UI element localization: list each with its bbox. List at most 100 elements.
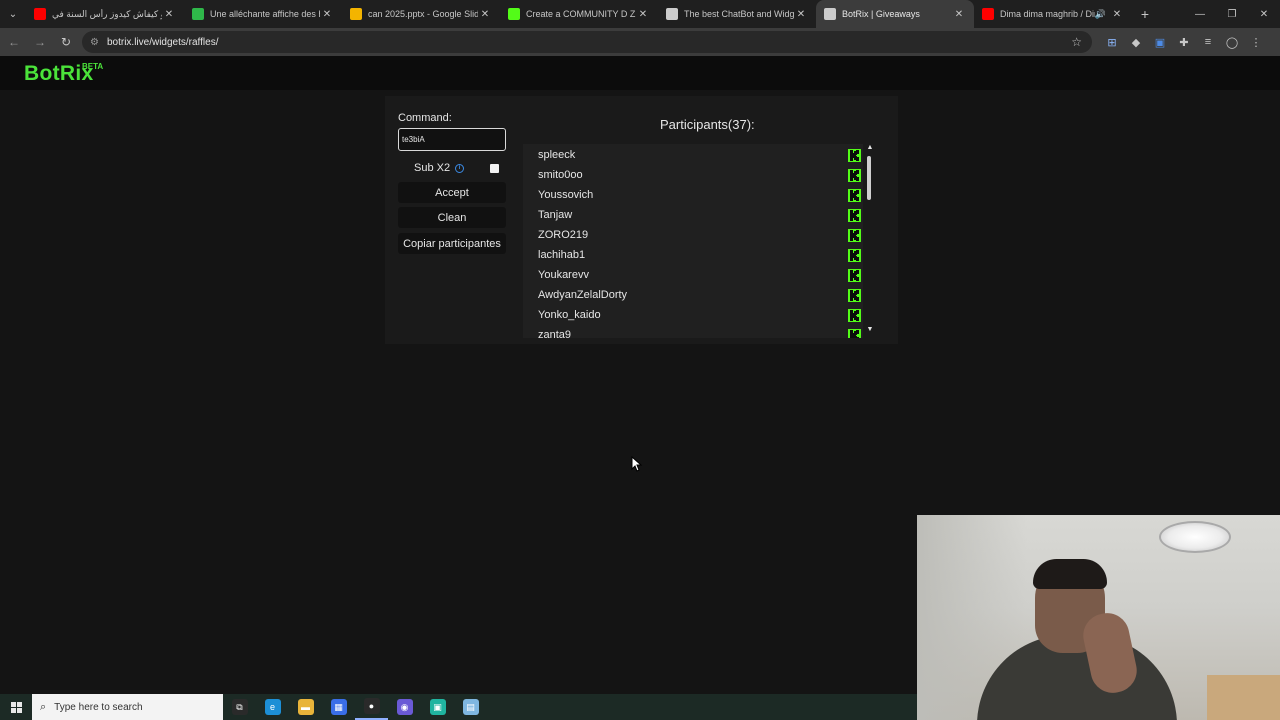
tab-close-icon[interactable]: ✕ (952, 9, 966, 20)
start-button[interactable] (0, 694, 32, 720)
mouse-cursor-icon (631, 456, 643, 472)
participant-name: Youkarevv (538, 269, 589, 281)
participant-name: spleeck (538, 149, 576, 161)
ceiling-light (1159, 521, 1231, 553)
kick-icon (848, 208, 861, 222)
address-bar[interactable]: ⚙ botrix.live/widgets/raffles/ ☆ (82, 31, 1092, 53)
kick-icon (848, 228, 861, 242)
taskbar-app[interactable]: ▣ (421, 694, 454, 720)
taskbar-apps: ⧉ e ▬ ▦ ● ◉ ▣ ▤ (223, 694, 487, 720)
translate-extension-icon[interactable]: ⊞ (1100, 30, 1124, 54)
browser-toolbar: ← → ↻ ⚙ botrix.live/widgets/raffles/ ☆ ⊞… (0, 28, 1280, 56)
app-header: BotRix BETA (0, 56, 1280, 90)
participant-name: Tanjaw (538, 209, 573, 221)
tab-title: Dima dima maghrib / Dima (1000, 9, 1095, 19)
minimize-icon[interactable]: — (1184, 0, 1216, 28)
search-icon: ⌕ (40, 700, 47, 713)
taskbar-app[interactable]: ◉ (388, 694, 421, 720)
browser-tab[interactable]: Une alléchante affiche des huit✕ (184, 0, 342, 28)
url-text: botrix.live/widgets/raffles/ (106, 36, 219, 48)
participant-name: AwdyanZelalDorty (538, 289, 628, 301)
clean-button[interactable]: Clean (398, 207, 506, 228)
back-icon[interactable]: ← (2, 30, 26, 54)
browser-tab[interactable]: can 2025.pptx - Google Slides ✕ (342, 0, 500, 28)
tab-close-icon[interactable]: ✕ (794, 9, 808, 20)
participant-row[interactable]: ZORO219 (523, 225, 863, 245)
chrome-menu-icon[interactable]: ⋮ (1244, 30, 1268, 54)
tab-audio-icon[interactable]: 🔊 (1095, 9, 1106, 20)
tab-title: شوفو كيفاش كيدوز رأس السنة في (52, 8, 162, 19)
kick-icon (848, 248, 861, 262)
profile-icon[interactable]: ◯ (1220, 30, 1244, 54)
participants-scrollbar[interactable]: ▲ ▼ (863, 144, 875, 338)
tab-title: Create a COMMUNITY D ZEB T (526, 9, 636, 19)
google-slides-favicon-icon (350, 8, 362, 20)
participant-name: lachihab1 (538, 249, 586, 261)
participants-title: Participants(37): (660, 117, 755, 132)
site-info-icon[interactable]: ⚙ (90, 37, 99, 48)
scroll-down-icon[interactable]: ▼ (865, 326, 875, 333)
participant-row[interactable]: Yonko_kaido (523, 305, 863, 325)
participant-name: smito0oo (538, 169, 583, 181)
participant-name: zanta9 (538, 329, 572, 338)
browser-tab[interactable]: Dima dima maghrib / Dima🔊 ✕ (974, 0, 1132, 28)
tab-close-icon[interactable]: ✕ (320, 9, 334, 20)
browser-tab[interactable]: شوفو كيفاش كيدوز رأس السنة في✕ (26, 0, 184, 28)
tab-close-icon[interactable]: ✕ (636, 9, 650, 20)
tab-close-icon[interactable]: ✕ (478, 9, 492, 20)
info-icon[interactable]: i (455, 163, 465, 173)
task-view-icon: ⧉ (231, 699, 248, 715)
browser-tab[interactable]: The best ChatBot and Widgets✕ (658, 0, 816, 28)
participant-row[interactable]: zanta9 (523, 325, 863, 338)
tab-search-icon[interactable]: ⌄ (0, 0, 26, 28)
close-window-icon[interactable]: ✕ (1248, 0, 1280, 28)
kick-icon (848, 308, 861, 322)
botrix-favicon-icon (666, 8, 678, 20)
sub-x2-row: Sub X2 i (398, 158, 506, 178)
participants-list[interactable]: spleeck smito0oo Youssovich Tanjaw ZORO219 la… (523, 144, 863, 338)
scroll-up-icon[interactable]: ▲ (865, 144, 875, 151)
participant-name: Yonko_kaido (538, 309, 601, 321)
browser-tab[interactable]: BotRix | Giveaways ✕ (816, 0, 974, 28)
copy-participants-button[interactable]: Copiar participantes (398, 233, 506, 254)
taskbar-search-placeholder: Type here to search (54, 701, 143, 713)
diamond-extension-icon[interactable]: ◆ (1124, 30, 1148, 54)
taskbar-app[interactable]: ⧉ (223, 694, 256, 720)
tab-close-icon[interactable]: ✕ (1110, 9, 1124, 20)
taskbar-app[interactable]: ▦ (322, 694, 355, 720)
kick-favicon-icon (508, 8, 520, 20)
participant-row[interactable]: spleeck (523, 145, 863, 165)
tab-close-icon[interactable]: ✕ (162, 9, 176, 20)
tab-title: BotRix | Giveaways (842, 9, 920, 19)
blue-extension-icon[interactable]: ▣ (1148, 30, 1172, 54)
streamer-hair (1033, 559, 1107, 589)
participant-name: Youssovich (538, 189, 594, 201)
participant-row[interactable]: Youkarevv (523, 265, 863, 285)
webcam-overlay (917, 515, 1280, 720)
scroll-thumb[interactable] (867, 156, 871, 200)
restore-icon[interactable]: ❐ (1216, 0, 1248, 28)
accept-button[interactable]: Accept (398, 182, 506, 203)
taskbar-app[interactable]: ▬ (289, 694, 322, 720)
taskbar-app[interactable]: ● (355, 694, 388, 720)
new-tab-icon[interactable]: + (1132, 6, 1158, 22)
forward-icon[interactable]: → (28, 30, 52, 54)
puzzle-extension-icon[interactable]: ✚ (1172, 30, 1196, 54)
sub-x2-checkbox[interactable] (490, 163, 500, 173)
participant-row[interactable]: smito0oo (523, 165, 863, 185)
participant-row[interactable]: AwdyanZelalDorty (523, 285, 863, 305)
bookmark-star-icon[interactable]: ☆ (1071, 35, 1082, 49)
reload-icon[interactable]: ↻ (54, 30, 78, 54)
taskbar-app[interactable]: ▤ (454, 694, 487, 720)
media-control-icon[interactable]: ≡ (1196, 30, 1220, 54)
participant-row[interactable]: Youssovich (523, 185, 863, 205)
taskbar-app[interactable]: e (256, 694, 289, 720)
command-label: Command: (398, 112, 452, 124)
taskbar-search[interactable]: ⌕ Type here to search (32, 694, 223, 720)
kick-icon (848, 328, 861, 338)
browser-tab[interactable]: Create a COMMUNITY D ZEB T✕ (500, 0, 658, 28)
kick-icon (848, 148, 861, 162)
participant-row[interactable]: Tanjaw (523, 205, 863, 225)
command-input[interactable] (398, 128, 506, 151)
participant-row[interactable]: lachihab1 (523, 245, 863, 265)
